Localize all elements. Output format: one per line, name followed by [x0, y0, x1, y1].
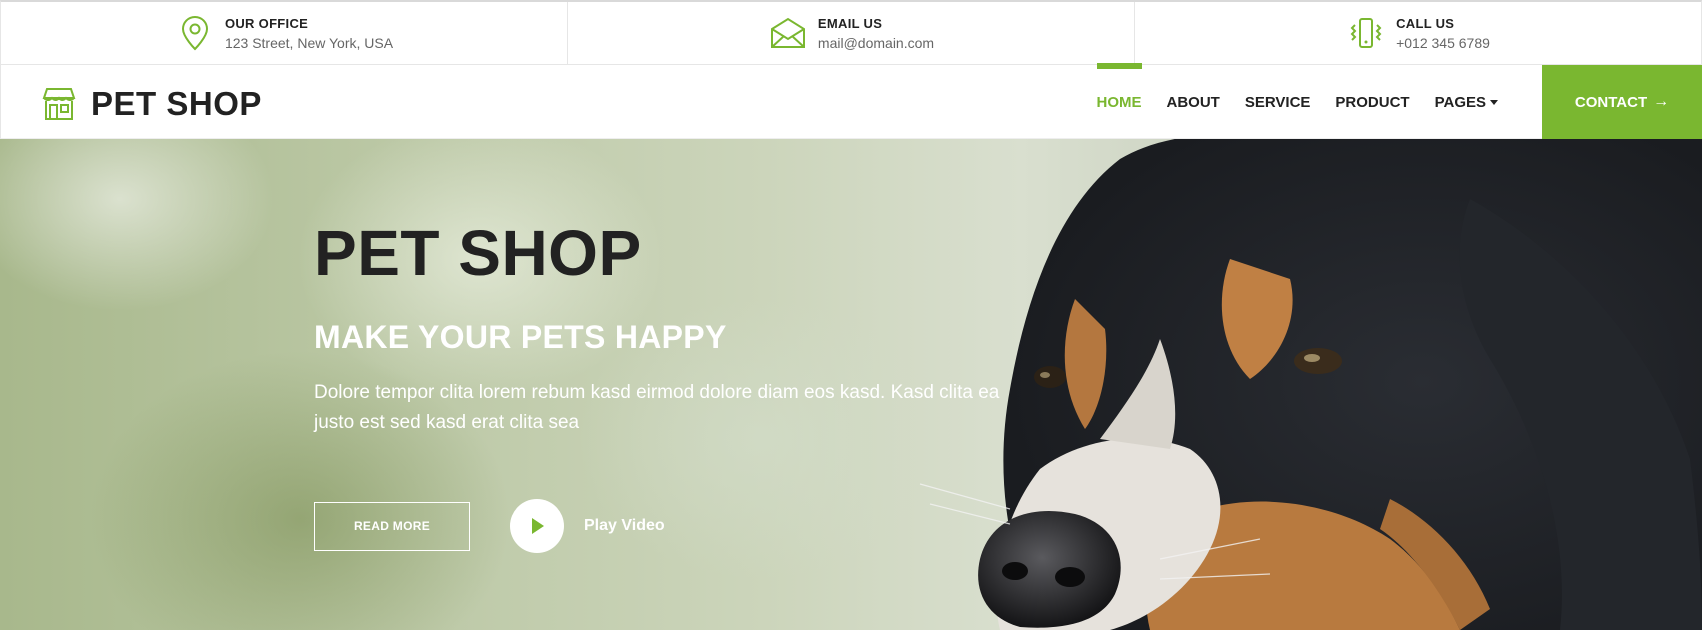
call-title: CALL US — [1396, 15, 1455, 31]
nav-pages-label: PAGES — [1434, 93, 1486, 111]
arrow-right-icon: → — [1653, 93, 1670, 110]
email-title: EMAIL US — [817, 15, 883, 31]
hero-actions: READ MORE Play Video — [314, 499, 665, 553]
caret-down-icon — [1490, 99, 1498, 105]
main-navbar: PET SHOP HOME ABOUT SERVICE PRODUCT PAGE… — [0, 63, 1702, 139]
play-video-button[interactable] — [510, 499, 564, 553]
nav-service[interactable]: SERVICE — [1245, 65, 1311, 139]
contact-label: CONTACT — [1574, 93, 1648, 111]
hero-subtitle: MAKE YOUR PETS HAPPY — [314, 319, 727, 355]
brand-logo[interactable]: PET SHOP — [41, 85, 262, 123]
brand-name: PET SHOP — [91, 85, 262, 122]
nav-home[interactable]: HOME — [1096, 63, 1142, 139]
hero-banner: PET SHOP MAKE YOUR PETS HAPPY Dolore tem… — [0, 139, 1702, 630]
phone-number[interactable]: +012 345 6789 — [1396, 35, 1490, 51]
email-info: EMAIL US mail@domain.com — [568, 2, 1135, 64]
shop-icon — [42, 88, 76, 120]
hero-content: PET SHOP MAKE YOUR PETS HAPPY Dolore tem… — [314, 221, 1034, 438]
nav-pages-dropdown[interactable]: PAGES — [1435, 65, 1498, 139]
hero-description: Dolore tempor clita lorem rebum kasd eir… — [314, 382, 1000, 433]
nav-product[interactable]: PRODUCT — [1335, 65, 1409, 139]
nav-about[interactable]: ABOUT — [1167, 65, 1220, 139]
phone-vibrate-icon — [1346, 13, 1386, 53]
office-title: OUR OFFICE — [224, 15, 309, 31]
map-marker-icon — [175, 13, 215, 53]
office-info: OUR OFFICE 123 Street, New York, USA — [1, 2, 568, 64]
play-icon — [532, 518, 544, 534]
contact-button[interactable]: CONTACT → — [1542, 65, 1702, 139]
nav-links: HOME ABOUT SERVICE PRODUCT PAGES — [1072, 63, 1498, 139]
envelope-icon — [768, 13, 808, 53]
read-more-button[interactable]: READ MORE — [314, 501, 470, 551]
call-info: CALL US +012 345 6789 — [1135, 2, 1701, 64]
hero-title: PET SHOP — [314, 217, 642, 289]
email-address[interactable]: mail@domain.com — [818, 35, 934, 51]
office-address: 123 Street, New York, USA — [224, 34, 394, 51]
play-video-label[interactable]: Play Video — [584, 517, 665, 535]
top-info-bar: OUR OFFICE 123 Street, New York, USA EMA… — [0, 0, 1702, 65]
